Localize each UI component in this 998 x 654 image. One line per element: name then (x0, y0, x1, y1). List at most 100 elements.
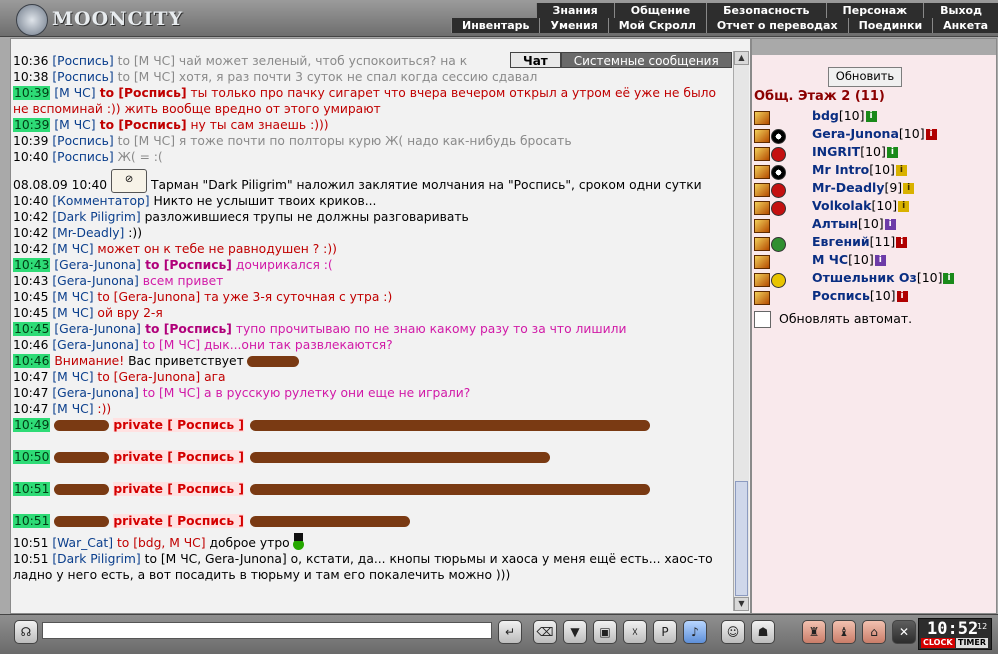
message-nick[interactable]: Внимание! (54, 354, 124, 368)
clock-label[interactable]: CLOCK (921, 638, 955, 648)
private-message-icon[interactable] (754, 237, 770, 251)
scroll-down-button[interactable]: ▼ (734, 597, 749, 611)
tab-system-messages[interactable]: Системные сообщения (560, 52, 732, 68)
menu-exit[interactable]: Выход (923, 3, 998, 18)
menu-profile[interactable]: Анкета (932, 18, 998, 33)
message-recipient[interactable]: to [М ЧС] (139, 386, 200, 400)
private-message-icon[interactable] (754, 183, 770, 197)
message-time[interactable]: 10:40 (13, 194, 48, 208)
menu-duels[interactable]: Поединки (847, 18, 933, 33)
private-message-icon[interactable] (754, 129, 770, 143)
private-marker[interactable]: private [ Роспись ] (113, 482, 244, 496)
message-nick[interactable]: [Комментатор] (52, 194, 149, 208)
message-nick[interactable]: [Gera-Junona] (54, 322, 140, 336)
save-icon[interactable]: ▣ (593, 620, 617, 644)
message-nick[interactable]: [М ЧС] (54, 86, 95, 100)
message-time[interactable]: 10:39 (13, 86, 51, 100)
user-name[interactable]: Евгений (812, 234, 870, 249)
message-time[interactable]: 10:50 (13, 450, 51, 464)
lock-icon[interactable]: ⌂ (862, 620, 886, 644)
message-recipient[interactable]: to [Роспись] (141, 258, 232, 272)
message-recipient[interactable]: to [Gera-Junona] (94, 290, 200, 304)
message-time[interactable]: 10:40 (13, 150, 48, 164)
message-time[interactable]: 10:42 (13, 210, 48, 224)
user-info-icon[interactable]: i (874, 255, 886, 266)
message-time[interactable]: 10:47 (13, 386, 48, 400)
eraser-icon[interactable]: ⌫ (533, 620, 557, 644)
message-time[interactable]: 10:47 (13, 402, 48, 416)
message-nick[interactable]: [Роспись] (52, 150, 113, 164)
message-recipient[interactable]: to [М ЧС] (114, 70, 175, 84)
user-name[interactable]: Mr Intro (812, 162, 869, 177)
message-nick[interactable]: [Gera-Junona] (52, 338, 138, 352)
message-time[interactable]: 10:38 (13, 70, 48, 84)
user-info-icon[interactable]: i (896, 237, 908, 248)
chat-scrollbar[interactable]: ▲ ▼ (733, 51, 749, 611)
message-nick[interactable]: [Роспись] (52, 70, 113, 84)
menu-communication[interactable]: Общение (613, 3, 707, 18)
message-nick[interactable]: [Dark Piligrim] (52, 210, 140, 224)
user-name[interactable]: Gera-Junona (812, 126, 899, 141)
spy-icon[interactable]: ♝ (832, 620, 856, 644)
menu-transfer-report[interactable]: Отчет о переводах (705, 18, 848, 33)
user-info-icon[interactable]: i (884, 219, 896, 230)
user-entry[interactable]: INGRIT[10] i (754, 143, 994, 162)
message-time[interactable]: 10:46 (13, 338, 48, 352)
private-message-icon[interactable] (754, 201, 770, 215)
message-nick[interactable]: [М ЧС] (52, 370, 93, 384)
message-nick[interactable]: [Gera-Junona] (52, 274, 138, 288)
user-entry[interactable]: Mr-Deadly[9] i (754, 179, 994, 198)
message-time[interactable]: 10:45 (13, 306, 48, 320)
user-name[interactable]: INGRIT (812, 144, 860, 159)
user-entry[interactable]: Gera-Junona[10] i (754, 125, 994, 144)
message-time[interactable]: 10:43 (13, 274, 48, 288)
timer-label[interactable]: TIMER (956, 638, 989, 648)
message-recipient[interactable]: to [М ЧС] (114, 54, 175, 68)
music-icon[interactable]: ♪ (683, 620, 707, 644)
user-name[interactable]: Роспись (812, 288, 870, 303)
user-entry[interactable]: Mr Intro[10] i (754, 161, 994, 180)
smile-icon[interactable]: ☺ (721, 620, 745, 644)
message-nick[interactable]: [М ЧС] (52, 402, 93, 416)
message-recipient[interactable]: to [Gera-Junona] (94, 370, 200, 384)
message-nick[interactable]: [Mr-Deadly] (52, 226, 124, 240)
message-time[interactable]: 10:36 (13, 54, 48, 68)
user-entry[interactable]: Евгений[11] i (754, 233, 994, 252)
private-message-icon[interactable] (754, 291, 770, 305)
message-time[interactable]: 10:43 (13, 258, 51, 272)
menu-my-scroll[interactable]: Мой Скролл (607, 18, 706, 33)
message-nick[interactable]: [М ЧС] (54, 118, 95, 132)
message-nick[interactable]: [Dark Piligrim] (52, 552, 140, 566)
user-entry[interactable]: Отшельник Оз[10] i (754, 269, 994, 288)
message-nick[interactable]: [Gera-Junona] (54, 258, 140, 272)
private-message-icon[interactable] (754, 255, 770, 269)
user-name[interactable]: М ЧС (812, 252, 848, 267)
user-name[interactable]: Volkolak (812, 198, 871, 213)
message-nick[interactable]: [Роспись] (52, 54, 113, 68)
private-message-icon[interactable] (754, 273, 770, 287)
user-entry[interactable]: Роспись[10] i (754, 287, 994, 305)
message-time[interactable]: 10:46 (13, 354, 51, 368)
scroll-up-button[interactable]: ▲ (734, 51, 749, 65)
message-time[interactable]: 10:42 (13, 242, 48, 256)
message-time[interactable]: 10:47 (13, 370, 48, 384)
menu-inventory[interactable]: Инвентарь (451, 18, 540, 33)
walk-icon[interactable]: ☓ (623, 620, 647, 644)
user-info-icon[interactable]: i (895, 165, 907, 176)
menu-knowledge[interactable]: Знания (535, 3, 614, 18)
message-time[interactable]: 10:51 (13, 536, 48, 550)
user-name[interactable]: Mr-Deadly (812, 180, 884, 195)
bag-icon[interactable]: ♜ (802, 620, 826, 644)
message-time[interactable]: 10:42 (13, 226, 48, 240)
user-entry[interactable]: bdg[10] i (754, 107, 994, 125)
refresh-button[interactable]: Обновить (828, 67, 902, 87)
user-name[interactable]: bdg (812, 108, 839, 123)
exit-icon[interactable]: ✕ (892, 620, 916, 644)
message-recipient[interactable]: to [М ЧС] (139, 338, 200, 352)
private-message-icon[interactable] (754, 219, 770, 233)
user-info-icon[interactable]: i (903, 183, 915, 194)
message-time[interactable]: 10:51 (13, 552, 48, 566)
auto-refresh-checkbox[interactable] (754, 311, 771, 328)
message-recipient[interactable]: to [М ЧС] (114, 134, 175, 148)
private-marker[interactable]: private [ Роспись ] (113, 514, 244, 528)
